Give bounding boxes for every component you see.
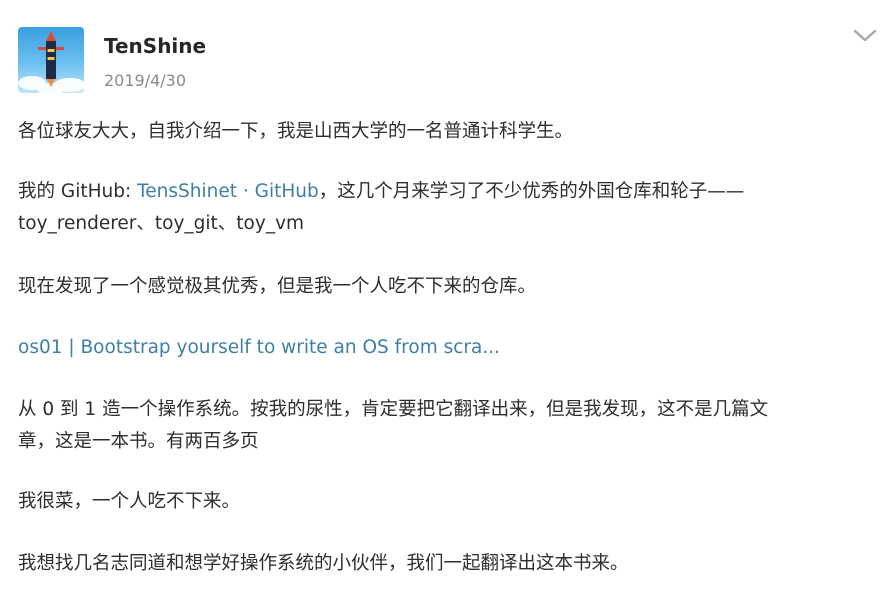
post-card: TenShine 2019/4/30 各位球友大大，自我介绍一下，我是山西大学的…	[0, 0, 888, 594]
author-name[interactable]: TenShine	[104, 34, 206, 58]
chevron-down-icon[interactable]	[850, 24, 880, 46]
paragraph-plan-line1: 从 0 到 1 造一个操作系统。按我的尿性，肯定要把它翻译出来，但是我发现，这不…	[18, 399, 769, 420]
paragraph-call-to-action: 我想找几名志同道和想学好操作系统的小伙伴，我们一起翻译出这本书来。	[18, 553, 629, 574]
os01-link[interactable]: os01 | Bootstrap yourself to write an OS…	[18, 332, 878, 364]
paragraph-github-line2: toy_renderer、toy_git、toy_vm	[18, 213, 305, 234]
paragraph-github: 我的 GitHub: TensShinet · GitHub，这几个月来学习了不…	[18, 176, 878, 208]
rocket-avatar-icon	[18, 31, 84, 93]
paragraph-plan-line2: 章，这是一本书。有两百多页	[18, 431, 259, 452]
github-suffix: ，这几个月来学习了不少优秀的外国仓库和轮子——	[318, 181, 745, 202]
paragraph-intro: 各位球友大大，自我介绍一下，我是山西大学的一名普通计科学生。	[18, 121, 574, 142]
author-avatar[interactable]	[18, 27, 84, 93]
paragraph-weak: 我很菜，一个人吃不下来。	[18, 491, 241, 512]
github-prefix: 我的 GitHub:	[18, 181, 138, 202]
post-date: 2019/4/30	[104, 71, 187, 90]
github-link[interactable]: TensShinet · GitHub	[137, 181, 319, 202]
paragraph-repo-found: 现在发现了一个感觉极其优秀，但是我一个人吃不下来的仓库。	[18, 276, 537, 297]
